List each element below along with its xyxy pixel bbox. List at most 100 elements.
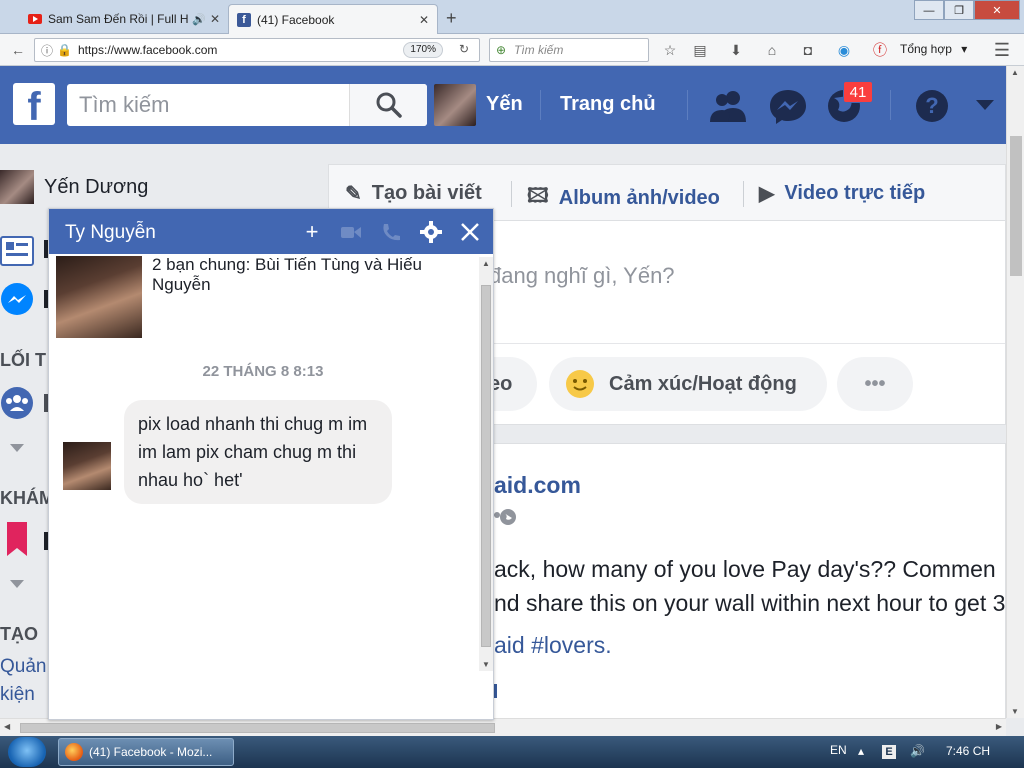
chat-window: Ty Nguyễn + 2 bạn chung: Bùi Tiến Tùng v…: [48, 208, 494, 720]
create-link[interactable]: kiện: [0, 684, 35, 706]
divider: [890, 90, 891, 120]
left-user-avatar[interactable]: [0, 170, 34, 204]
help-icon[interactable]: ?: [912, 88, 952, 124]
browser-tab-bar: Sam Sam Đến Rồi | Full H 🔊 ✕ f (41) Face…: [0, 0, 1024, 34]
groups-icon[interactable]: [0, 386, 34, 420]
speaker-icon[interactable]: 🔊: [192, 13, 206, 26]
profile-link[interactable]: Yến: [486, 93, 523, 116]
bookmark-star-icon[interactable]: ☆: [660, 40, 680, 60]
divider: [511, 181, 512, 207]
tab-facebook[interactable]: f (41) Facebook ✕: [228, 4, 438, 34]
smiley-icon: [566, 370, 594, 398]
left-user-name[interactable]: Yến Dương: [44, 176, 148, 199]
search-button[interactable]: [349, 84, 427, 126]
pencil-icon: ✎: [345, 183, 362, 205]
close-tab-icon[interactable]: ✕: [419, 13, 429, 27]
volume-icon[interactable]: 🔊: [910, 744, 925, 758]
bookmark-icon[interactable]: [7, 522, 27, 556]
button-label: Cảm xúc/Hoạt động: [609, 372, 797, 395]
pocket-icon[interactable]: ◘: [798, 40, 818, 60]
search-engine-icon: ⊕: [496, 43, 507, 57]
minimize-button[interactable]: —: [914, 0, 944, 20]
explore-heading: KHÁM: [0, 488, 54, 508]
url-bar[interactable]: ⓘ 🔒 https://www.facebook.com 170% ↻: [34, 38, 480, 62]
clock[interactable]: 7:46 CH: [946, 744, 990, 758]
close-icon[interactable]: [459, 221, 481, 243]
scrollbar-thumb[interactable]: [1010, 136, 1022, 276]
facebook-logo[interactable]: f: [13, 83, 55, 125]
photo-album-icon: 🖾: [527, 185, 549, 207]
feeling-activity-button[interactable]: Cảm xúc/Hoạt động: [549, 357, 827, 411]
scroll-up-arrow[interactable]: ▲: [1011, 68, 1019, 77]
scroll-down-arrow[interactable]: ▼: [482, 660, 490, 669]
home-icon[interactable]: ⌂: [762, 40, 782, 60]
avatar[interactable]: [434, 84, 476, 126]
reload-icon[interactable]: ↻: [459, 42, 469, 56]
tab-live-video[interactable]: ▶ Video trực tiếp: [759, 181, 925, 206]
close-window-button[interactable]: ✕: [974, 0, 1020, 20]
home-link[interactable]: Trang chủ: [560, 93, 656, 116]
ime-icon[interactable]: E: [882, 745, 896, 759]
extension-red-icon[interactable]: ⓕ: [870, 40, 890, 60]
scrollbar-thumb[interactable]: [20, 723, 495, 733]
tab-photo-album[interactable]: 🖾 Album ảnh/video: [527, 181, 720, 215]
restore-button[interactable]: ❐: [944, 0, 974, 20]
start-button[interactable]: [8, 737, 46, 767]
facebook-search-input[interactable]: [67, 84, 349, 126]
scroll-down-arrow[interactable]: ▼: [1011, 707, 1019, 716]
create-link[interactable]: Quản: [0, 656, 46, 678]
facebook-search[interactable]: [67, 84, 427, 126]
taskbar-firefox-window[interactable]: (41) Facebook - Mozi...: [58, 738, 234, 766]
chat-contact-photo[interactable]: [56, 256, 142, 338]
scroll-up-arrow[interactable]: ▲: [482, 259, 490, 268]
messenger-icon[interactable]: [768, 88, 808, 124]
gear-icon[interactable]: [420, 221, 442, 243]
chat-title[interactable]: Ty Nguyễn: [65, 222, 156, 244]
hamburger-menu-icon[interactable]: ☰: [992, 40, 1012, 60]
tab-create-post[interactable]: ✎ Tạo bài viết: [345, 181, 482, 206]
back-icon[interactable]: ←: [8, 40, 28, 60]
page-vertical-scrollbar[interactable]: ▲ ▼: [1006, 66, 1024, 718]
more-options-button[interactable]: •••: [837, 357, 913, 411]
window-controls: — ❐ ✕: [914, 0, 1020, 20]
language-indicator[interactable]: EN: [830, 743, 847, 757]
download-icon[interactable]: ⬇: [726, 40, 746, 60]
composer-placeholder[interactable]: đang nghĩ gì, Yến?: [489, 263, 675, 289]
lock-icon: 🔒: [57, 43, 72, 57]
up-arrow-icon[interactable]: ▴: [858, 744, 864, 758]
scroll-right-arrow[interactable]: ▶: [996, 722, 1002, 731]
chevron-down-icon[interactable]: [10, 444, 24, 454]
globe-icon[interactable]: [499, 508, 517, 526]
toolbar-extra-label: Tổng hợp: [900, 42, 952, 56]
extension-icon[interactable]: ◉: [834, 40, 854, 60]
zoom-indicator[interactable]: 170%: [403, 42, 443, 58]
divider: [687, 90, 688, 120]
tab-youtube[interactable]: Sam Sam Đến Rồi | Full H 🔊 ✕: [20, 4, 228, 34]
video-call-icon[interactable]: [340, 221, 362, 243]
close-tab-icon[interactable]: ✕: [210, 12, 220, 26]
more-icon: •••: [864, 372, 886, 395]
chat-scrollbar[interactable]: ▲ ▼: [479, 257, 493, 671]
news-feed-icon[interactable]: [0, 236, 34, 266]
toolbar-extra-menu[interactable]: Tổng hợp ▾: [900, 42, 967, 56]
browser-navbar: ← ⓘ 🔒 https://www.facebook.com 170% ↻ ⊕ …: [0, 34, 1024, 66]
browser-search-input[interactable]: ⊕ Tìm kiếm: [489, 38, 649, 62]
svg-text:?: ?: [925, 93, 938, 118]
hashtag-link[interactable]: aid #lovers.: [494, 632, 612, 659]
chevron-down-icon[interactable]: [10, 580, 24, 590]
phone-call-icon[interactable]: [380, 221, 402, 243]
chat-header[interactable]: Ty Nguyễn +: [49, 209, 493, 254]
post-source-link[interactable]: aid.com: [494, 472, 581, 499]
friend-requests-icon[interactable]: [708, 88, 748, 124]
messenger-icon[interactable]: [0, 282, 34, 316]
post-text-line: nd share this on your wall within next h…: [494, 590, 1006, 616]
add-people-icon[interactable]: +: [301, 221, 323, 243]
info-icon[interactable]: ⓘ: [41, 42, 53, 59]
scroll-left-arrow[interactable]: ◀: [4, 722, 10, 731]
account-menu-icon[interactable]: [974, 98, 996, 112]
page-horizontal-scrollbar[interactable]: ◀ ▶: [0, 718, 1006, 736]
new-tab-button[interactable]: +: [446, 8, 457, 29]
sender-avatar[interactable]: [63, 442, 111, 490]
reading-list-icon[interactable]: ▤: [690, 40, 710, 60]
scrollbar-thumb[interactable]: [481, 285, 491, 647]
